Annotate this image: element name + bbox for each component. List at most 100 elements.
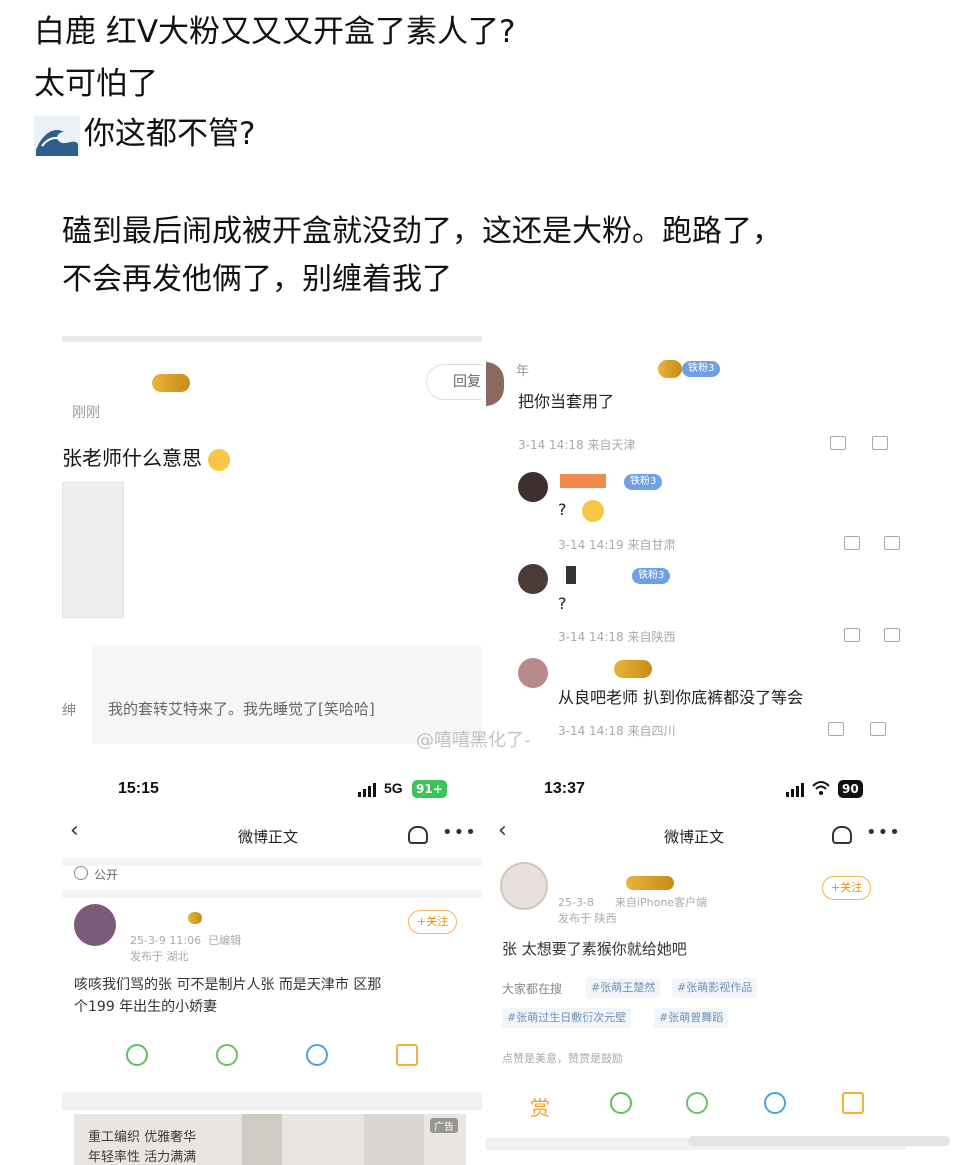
side-char: 绅 xyxy=(62,703,76,719)
trending-tag[interactable]: #张萌曾舞蹈 xyxy=(654,1008,729,1028)
qq-icon[interactable] xyxy=(306,1044,328,1066)
comment-screenshot-right: 年 铁粉3 把你当套用了 3-14 14:18 来自天津 铁粉3 ? 3-14 … xyxy=(486,348,906,744)
fan-badge: 铁粉3 xyxy=(624,474,663,490)
ad-image xyxy=(364,1114,424,1165)
post-location: 发布于 陕西 xyxy=(558,912,617,925)
watermark: @嘻嘻黑化了- xyxy=(416,730,531,751)
commenter-name-prefix: 年 xyxy=(516,364,530,379)
vip-crown-badge xyxy=(614,660,652,678)
battery-indicator: 91+ xyxy=(412,780,447,798)
listen-icon[interactable] xyxy=(832,826,852,844)
vip-crown-badge xyxy=(188,912,202,924)
listen-icon[interactable] xyxy=(408,826,428,844)
name-redacted xyxy=(566,566,576,584)
image-thumbnail[interactable] xyxy=(62,482,124,618)
comment-meta: 3-14 14:19 来自甘肃 xyxy=(558,538,676,552)
share-icon[interactable] xyxy=(828,722,844,736)
comment-screenshot-left: 刚刚 回复 张老师什么意思 绅 我的套转艾特来了。我先睡觉了[笑哈哈] xyxy=(62,336,482,744)
quoted-comment-text: 我的套转艾特来了。我先睡觉了[笑哈哈] xyxy=(108,700,375,718)
post-line-2: 太可怕了 xyxy=(34,66,158,102)
follow-button[interactable]: +关注 xyxy=(408,910,458,934)
more-icon[interactable]: ••• xyxy=(866,822,901,843)
trending-tag[interactable]: #张萌过生日敷衍次元壁 xyxy=(502,1008,632,1028)
comment-icon[interactable] xyxy=(884,536,900,550)
moments-icon[interactable] xyxy=(216,1044,238,1066)
wave-emoji-icon xyxy=(34,115,80,156)
fan-badge: 铁粉3 xyxy=(682,361,721,377)
back-chevron-icon[interactable]: ‹ xyxy=(70,818,79,843)
divider xyxy=(62,1092,482,1110)
more-icon[interactable]: ••• xyxy=(442,822,477,843)
avatar xyxy=(518,658,548,688)
signal-icon xyxy=(358,782,378,797)
status-time: 13:37 xyxy=(544,780,585,797)
divider xyxy=(62,890,482,898)
qq-icon[interactable] xyxy=(764,1092,786,1114)
phone-screenshot-right: 13:37 90 ‹ 微博正文 ••• 25-3-8 来自iPhone客户端 发… xyxy=(486,766,906,1165)
trending-tag[interactable]: #张萌王楚然 xyxy=(586,978,661,998)
reply-button-label: 回复 xyxy=(453,374,481,390)
vip-crown-badge xyxy=(152,374,190,392)
quote-line-1: 磕到最后闹成被开盒就没劲了，这还是大粉。跑路了， xyxy=(62,214,782,249)
avatar xyxy=(486,362,504,406)
trending-label: 大家都在搜 xyxy=(502,982,563,996)
visibility-label: 公开 xyxy=(94,868,119,882)
comment-text: 张老师什么意思 xyxy=(62,442,231,471)
comment-text: 从良吧老师 扒到你底裤都没了等会 xyxy=(558,688,804,707)
scroll-indicator xyxy=(688,1136,950,1146)
comment-meta: 3-14 14:18 来自陕西 xyxy=(558,630,676,644)
post-date-text: 25-3-8 xyxy=(558,896,594,909)
ad-line-2: 年轻率性 活力满满 xyxy=(88,1150,197,1165)
edited-label: 已编辑 xyxy=(208,934,242,947)
reward-hint: 点赞是美意，赞赏是鼓励 xyxy=(502,1052,623,1065)
comment-meta: 3-14 14:18 来自天津 xyxy=(518,438,636,452)
ad-image xyxy=(242,1114,282,1165)
wechat-icon[interactable] xyxy=(610,1092,632,1114)
vip-crown-badge xyxy=(626,876,674,890)
comment-icon[interactable] xyxy=(872,436,888,450)
comment-icon[interactable] xyxy=(884,628,900,642)
post-body-line-1: 咳咳我们骂的张 可不是制片人张 而是天津市 区那 xyxy=(74,977,382,993)
post-line-3: 你这都不管? xyxy=(34,114,255,156)
comment-text: 把你当套用了 xyxy=(518,392,615,411)
fan-badge: 铁粉3 xyxy=(632,568,671,584)
nav-title: 微博正文 xyxy=(238,828,299,846)
ad-label: 广告 xyxy=(430,1118,458,1133)
comment-meta: 3-14 14:18 来自四川 xyxy=(558,724,676,738)
comment-time: 刚刚 xyxy=(72,405,100,421)
post-line-3-text: 你这都不管? xyxy=(84,116,256,152)
reward-button[interactable]: 赏 xyxy=(530,1092,550,1121)
avatar[interactable] xyxy=(74,904,116,946)
battery-indicator: 90 xyxy=(838,780,863,798)
post-date-text: 25-3-9 11:06 xyxy=(130,934,202,947)
post-body: 张 太想要了素猴你就给她吧 xyxy=(502,940,687,958)
trending-tag[interactable]: #张萌影视作品 xyxy=(672,978,758,998)
ad-banner[interactable]: 重工编织 优雅奢华 年轻率性 活力满满 广告 xyxy=(74,1114,466,1165)
ad-line-1: 重工编织 优雅奢华 xyxy=(88,1130,197,1145)
status-time: 15:15 xyxy=(118,780,159,797)
wifi-icon xyxy=(812,780,830,796)
share-icon[interactable] xyxy=(844,628,860,642)
save-icon[interactable] xyxy=(842,1092,864,1114)
back-chevron-icon[interactable]: ‹ xyxy=(498,818,507,843)
signal-icon xyxy=(786,782,804,797)
save-icon[interactable] xyxy=(396,1044,418,1066)
network-label: 5G xyxy=(384,780,403,796)
follow-button[interactable]: +关注 xyxy=(822,876,872,900)
phone-screenshot-left: 15:15 5G 91+ ‹ 微博正文 ••• 公开 25-3-9 11:06 … xyxy=(62,766,482,1165)
post-date: 25-3-8 来自iPhone客户端 xyxy=(558,894,707,910)
smile-emoji-icon xyxy=(208,448,231,471)
post-line-1: 白鹿 红V大粉又又又开盒了素人了? xyxy=(34,14,516,50)
avatar xyxy=(518,564,548,594)
panel-top-edge xyxy=(62,336,482,342)
name-redacted xyxy=(560,474,606,488)
wechat-icon[interactable] xyxy=(126,1044,148,1066)
divider xyxy=(62,858,482,866)
moments-icon[interactable] xyxy=(686,1092,708,1114)
reply-button[interactable]: 回复 xyxy=(426,364,482,400)
comment-icon[interactable] xyxy=(870,722,886,736)
share-icon[interactable] xyxy=(844,536,860,550)
avatar[interactable] xyxy=(500,862,548,910)
thinking-emoji-icon xyxy=(582,500,604,522)
share-icon[interactable] xyxy=(830,436,846,450)
